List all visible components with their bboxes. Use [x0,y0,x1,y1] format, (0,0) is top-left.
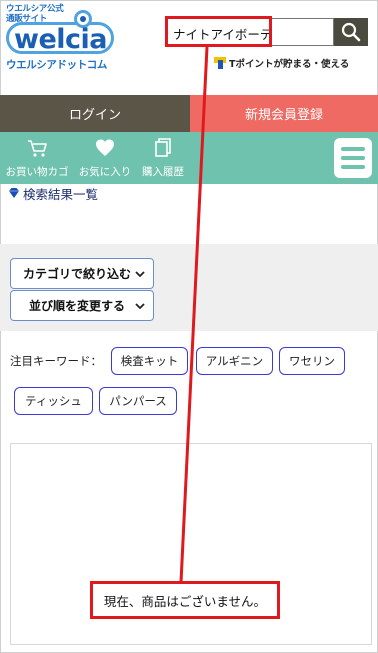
chevron-down-icon [135,303,145,310]
tpoint-notice: Tポイントが貯まる・使える [214,56,349,70]
keyword-tag[interactable]: パンパース [99,387,177,415]
search-button[interactable] [334,18,368,46]
login-button[interactable]: ログイン [0,95,190,132]
breadcrumb-label: 検索結果一覧 [23,186,99,202]
no-results-message: 現在、商品はございません。 [90,581,280,619]
keyword-tag[interactable]: 検査キット [111,347,188,375]
menu-label-cart: お買い物カゴ [5,166,69,178]
chevron-down-icon [135,271,145,278]
logo-tagline-1: ウエルシア公式 [6,4,64,14]
keywords-label: 注目キーワード： [10,354,102,368]
register-button[interactable]: 新規会員登録 [190,95,378,132]
history-document-icon [155,138,171,157]
menu-label-favorites: お気に入り [78,166,132,178]
menu-bar: お買い物カゴ お気に入り 購入履歴 [0,132,378,184]
menu-item-history[interactable]: 購入履歴 [140,132,186,184]
logo-subtitle: ウエルシアドットコム [6,59,107,71]
menu-item-cart[interactable]: お買い物カゴ [4,132,70,184]
menu-label-history: 購入履歴 [142,166,184,178]
diamond-icon [9,188,19,198]
category-filter-label: カテゴリで絞り込む [23,267,132,281]
keyword-tag[interactable]: アルギニン [196,347,273,375]
search-highlight-box [165,16,272,47]
keyword-tag[interactable]: ワセリン [279,347,345,375]
sort-order-select[interactable]: 並び順を変更する [10,290,154,321]
tpoint-icon [214,57,226,69]
login-label: ログイン [68,108,121,123]
heart-icon [96,139,114,156]
menu-icon-bar-2 [341,156,365,160]
welcia-logo[interactable]: ウエルシア公式 通販サイト welcia ウエルシアドットコム [4,2,116,72]
no-results-text: 現在、商品はございません。 [103,593,267,609]
menu-item-favorites[interactable]: お気に入り [76,132,134,184]
sort-order-label: 並び順を変更する [29,299,126,313]
breadcrumb: 検索結果一覧 [8,185,99,202]
register-label: 新規会員登録 [244,108,323,123]
hamburger-menu-button[interactable] [334,138,372,178]
logo-wordmark: welcia [14,24,108,55]
search-icon [341,22,361,42]
cart-icon [28,140,47,157]
keyword-tag[interactable]: ティッシュ [14,387,93,415]
menu-icon-bar-1 [341,147,365,151]
category-filter-select[interactable]: カテゴリで絞り込む [10,258,154,289]
tpoint-text: Tポイントが貯まる・使える [229,59,350,70]
menu-icon-bar-3 [341,165,365,169]
